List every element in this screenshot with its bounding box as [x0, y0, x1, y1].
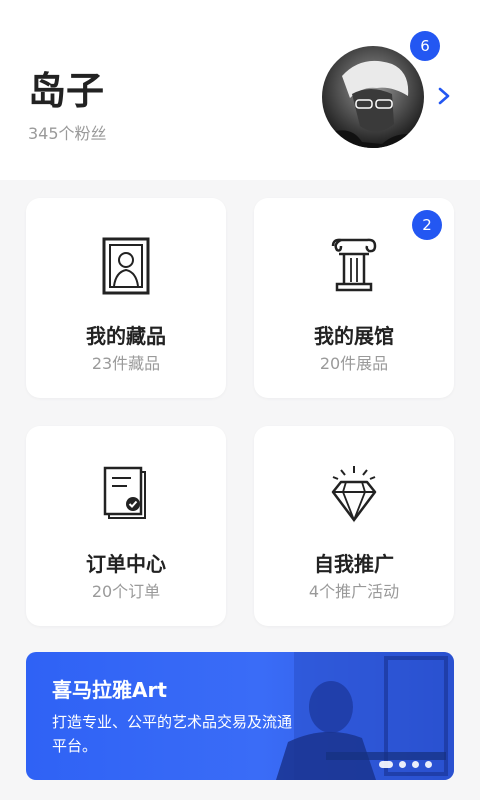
card-title: 自我推广 — [314, 552, 394, 576]
card-subtitle: 20个订单 — [91, 582, 161, 601]
card-subtitle: 20件展品 — [319, 354, 389, 373]
carousel-dot[interactable] — [412, 761, 419, 768]
diamond-icon — [331, 466, 377, 523]
card-subtitle: 23件藏品 — [91, 354, 161, 373]
card-title: 我的藏品 — [86, 324, 166, 348]
framed-painting-icon — [102, 237, 150, 295]
card-title: 订单中心 — [86, 552, 166, 576]
promo-banner[interactable]: 喜马拉雅Art 打造专业、公平的艺术品交易及流通平台。 — [26, 652, 454, 780]
chevron-right-icon[interactable] — [436, 86, 452, 106]
user-name: 岛子 — [28, 69, 105, 113]
avatar[interactable] — [322, 46, 424, 148]
profile-header: 岛子 345个粉丝 6 — [0, 0, 480, 180]
order-document-icon — [103, 466, 146, 519]
carousel-dot[interactable] — [379, 761, 393, 768]
banner-title: 喜马拉雅Art — [52, 678, 167, 702]
column-icon — [331, 238, 377, 292]
carousel-indicator — [379, 761, 432, 768]
card-self-promotion[interactable]: 自我推广 4个推广活动 — [254, 426, 454, 626]
banner-description: 打造专业、公平的艺术品交易及流通平台。 — [52, 713, 293, 755]
card-title: 我的展馆 — [314, 324, 394, 348]
gallery-badge: 2 — [412, 210, 442, 240]
carousel-dot[interactable] — [425, 761, 432, 768]
fans-count[interactable]: 345个粉丝 — [28, 120, 107, 144]
card-my-collection[interactable]: 我的藏品 23件藏品 — [26, 198, 226, 398]
card-subtitle: 4个推广活动 — [308, 582, 400, 601]
carousel-dot[interactable] — [399, 761, 406, 768]
notification-badge: 6 — [410, 31, 440, 61]
card-order-center[interactable]: 订单中心 20个订单 — [26, 426, 226, 626]
